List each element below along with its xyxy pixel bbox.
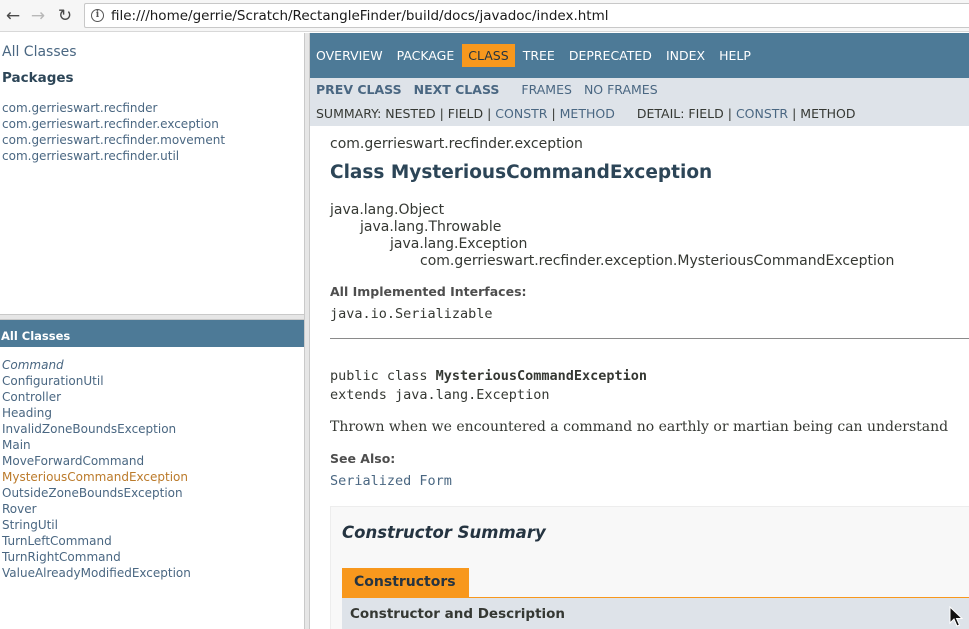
class-link[interactable]: TurnLeftCommand — [2, 533, 191, 549]
inheritance-item[interactable]: java.lang.Object — [330, 202, 444, 218]
implemented-interfaces-label: All Implemented Interfaces: — [330, 284, 527, 299]
constructor-table-header: Constructor and Description — [342, 598, 969, 629]
constructor-summary-section: Constructor Summary Constructors Constru… — [330, 506, 969, 629]
package-label: com.gerrieswart.recfinder.exception — [330, 136, 583, 152]
url-text[interactable]: file:///home/gerrie/Scratch/RectangleFin… — [111, 8, 609, 24]
summary-method-link[interactable]: METHOD — [560, 106, 615, 121]
all-classes-heading: All Classes — [0, 320, 304, 347]
detail-method-text: | METHOD — [788, 106, 856, 121]
class-link-current[interactable]: MysteriousCommandException — [2, 469, 191, 485]
nav-help[interactable]: Help — [713, 44, 757, 67]
browser-toolbar: ← → ↻ i file:///home/gerrie/Scratch/Rect… — [0, 0, 969, 32]
class-declaration: public class MysteriousCommandException … — [330, 367, 647, 405]
package-link[interactable]: com.gerrieswart.recfinder.movement — [2, 132, 225, 148]
packages-frame: All Classes Packages com.gerrieswart.rec… — [0, 33, 304, 314]
package-link[interactable]: com.gerrieswart.recfinder — [2, 100, 225, 116]
inheritance-item[interactable]: java.lang.Exception — [390, 236, 527, 252]
class-link[interactable]: Main — [2, 437, 191, 453]
packages-heading: Packages — [2, 70, 74, 86]
inheritance-item-current: com.gerrieswart.recfinder.exception.Myst… — [420, 253, 895, 269]
class-link[interactable]: ConfigurationUtil — [2, 373, 191, 389]
class-description: Thrown when we encountered a command no … — [330, 419, 949, 435]
class-link[interactable]: StringUtil — [2, 517, 191, 533]
serialized-form-link[interactable]: Serialized Form — [330, 473, 452, 489]
class-list: Command ConfigurationUtil Controller Hea… — [2, 357, 191, 581]
inheritance-item[interactable]: java.lang.Throwable — [360, 219, 501, 235]
nav-package[interactable]: Package — [391, 44, 461, 67]
decl-modifier: public class — [330, 368, 436, 384]
class-link[interactable]: OutsideZoneBoundsException — [2, 485, 191, 501]
class-link[interactable]: TurnRightCommand — [2, 549, 191, 565]
forward-arrow-icon[interactable]: → — [27, 5, 49, 27]
class-link[interactable]: ValueAlreadyModifiedException — [2, 565, 191, 581]
nav-overview[interactable]: Overview — [310, 44, 389, 67]
address-bar[interactable]: i file:///home/gerrie/Scratch/RectangleF… — [84, 3, 969, 28]
nav-class-active: Class — [462, 44, 515, 67]
nav-tree[interactable]: Tree — [517, 44, 561, 67]
nav-deprecated[interactable]: Deprecated — [563, 44, 658, 67]
summary-separator: | — [547, 106, 560, 121]
summary-label: SUMMARY: NESTED | FIELD | — [316, 106, 496, 121]
class-frame: Overview Package Class Tree Deprecated Index H… — [310, 33, 969, 629]
next-class-link[interactable]: Next Class — [414, 82, 500, 97]
prev-class-link[interactable]: Prev Class — [316, 82, 402, 97]
implemented-interface: java.io.Serializable — [330, 306, 493, 322]
class-link[interactable]: InvalidZoneBoundsException — [2, 421, 191, 437]
detail-constr-link[interactable]: CONSTR — [736, 106, 788, 121]
mouse-pointer-icon — [949, 606, 963, 627]
class-title: Class MysteriousCommandException — [330, 162, 713, 183]
constructors-tab: Constructors — [342, 568, 469, 597]
no-frames-link[interactable]: No Frames — [584, 82, 658, 97]
class-link[interactable]: Rover — [2, 501, 191, 517]
page-info-icon[interactable]: i — [91, 9, 104, 22]
package-link[interactable]: com.gerrieswart.recfinder.exception — [2, 116, 225, 132]
class-link[interactable]: Command — [2, 357, 191, 373]
divider — [330, 338, 969, 339]
package-link[interactable]: com.gerrieswart.recfinder.util — [2, 148, 225, 164]
summary-constr-link[interactable]: CONSTR — [495, 106, 547, 121]
back-arrow-icon[interactable]: ← — [2, 5, 24, 27]
see-also-label: See Also: — [330, 451, 396, 466]
frames-link[interactable]: Frames — [521, 82, 572, 97]
class-link[interactable]: MoveForwardCommand — [2, 453, 191, 469]
reload-icon[interactable]: ↻ — [54, 5, 76, 27]
all-classes-link[interactable]: All Classes — [2, 44, 77, 60]
constructor-summary-heading: Constructor Summary — [342, 523, 546, 542]
decl-class-name: MysteriousCommandException — [435, 368, 647, 384]
detail-label: DETAIL: FIELD | — [636, 106, 736, 121]
package-list: com.gerrieswart.recfinder com.gerrieswar… — [2, 100, 225, 164]
nav-index[interactable]: Index — [660, 44, 711, 67]
class-link[interactable]: Controller — [2, 389, 191, 405]
all-classes-frame: All Classes Command ConfigurationUtil Co… — [0, 320, 304, 629]
top-nav-bar: Overview Package Class Tree Deprecated Index H… — [310, 33, 969, 78]
sub-nav-bar: Prev Class Next Class Frames No Frames SUMM… — [310, 78, 969, 126]
class-link[interactable]: Heading — [2, 405, 191, 421]
decl-extends: extends java.lang.Exception — [330, 387, 550, 403]
